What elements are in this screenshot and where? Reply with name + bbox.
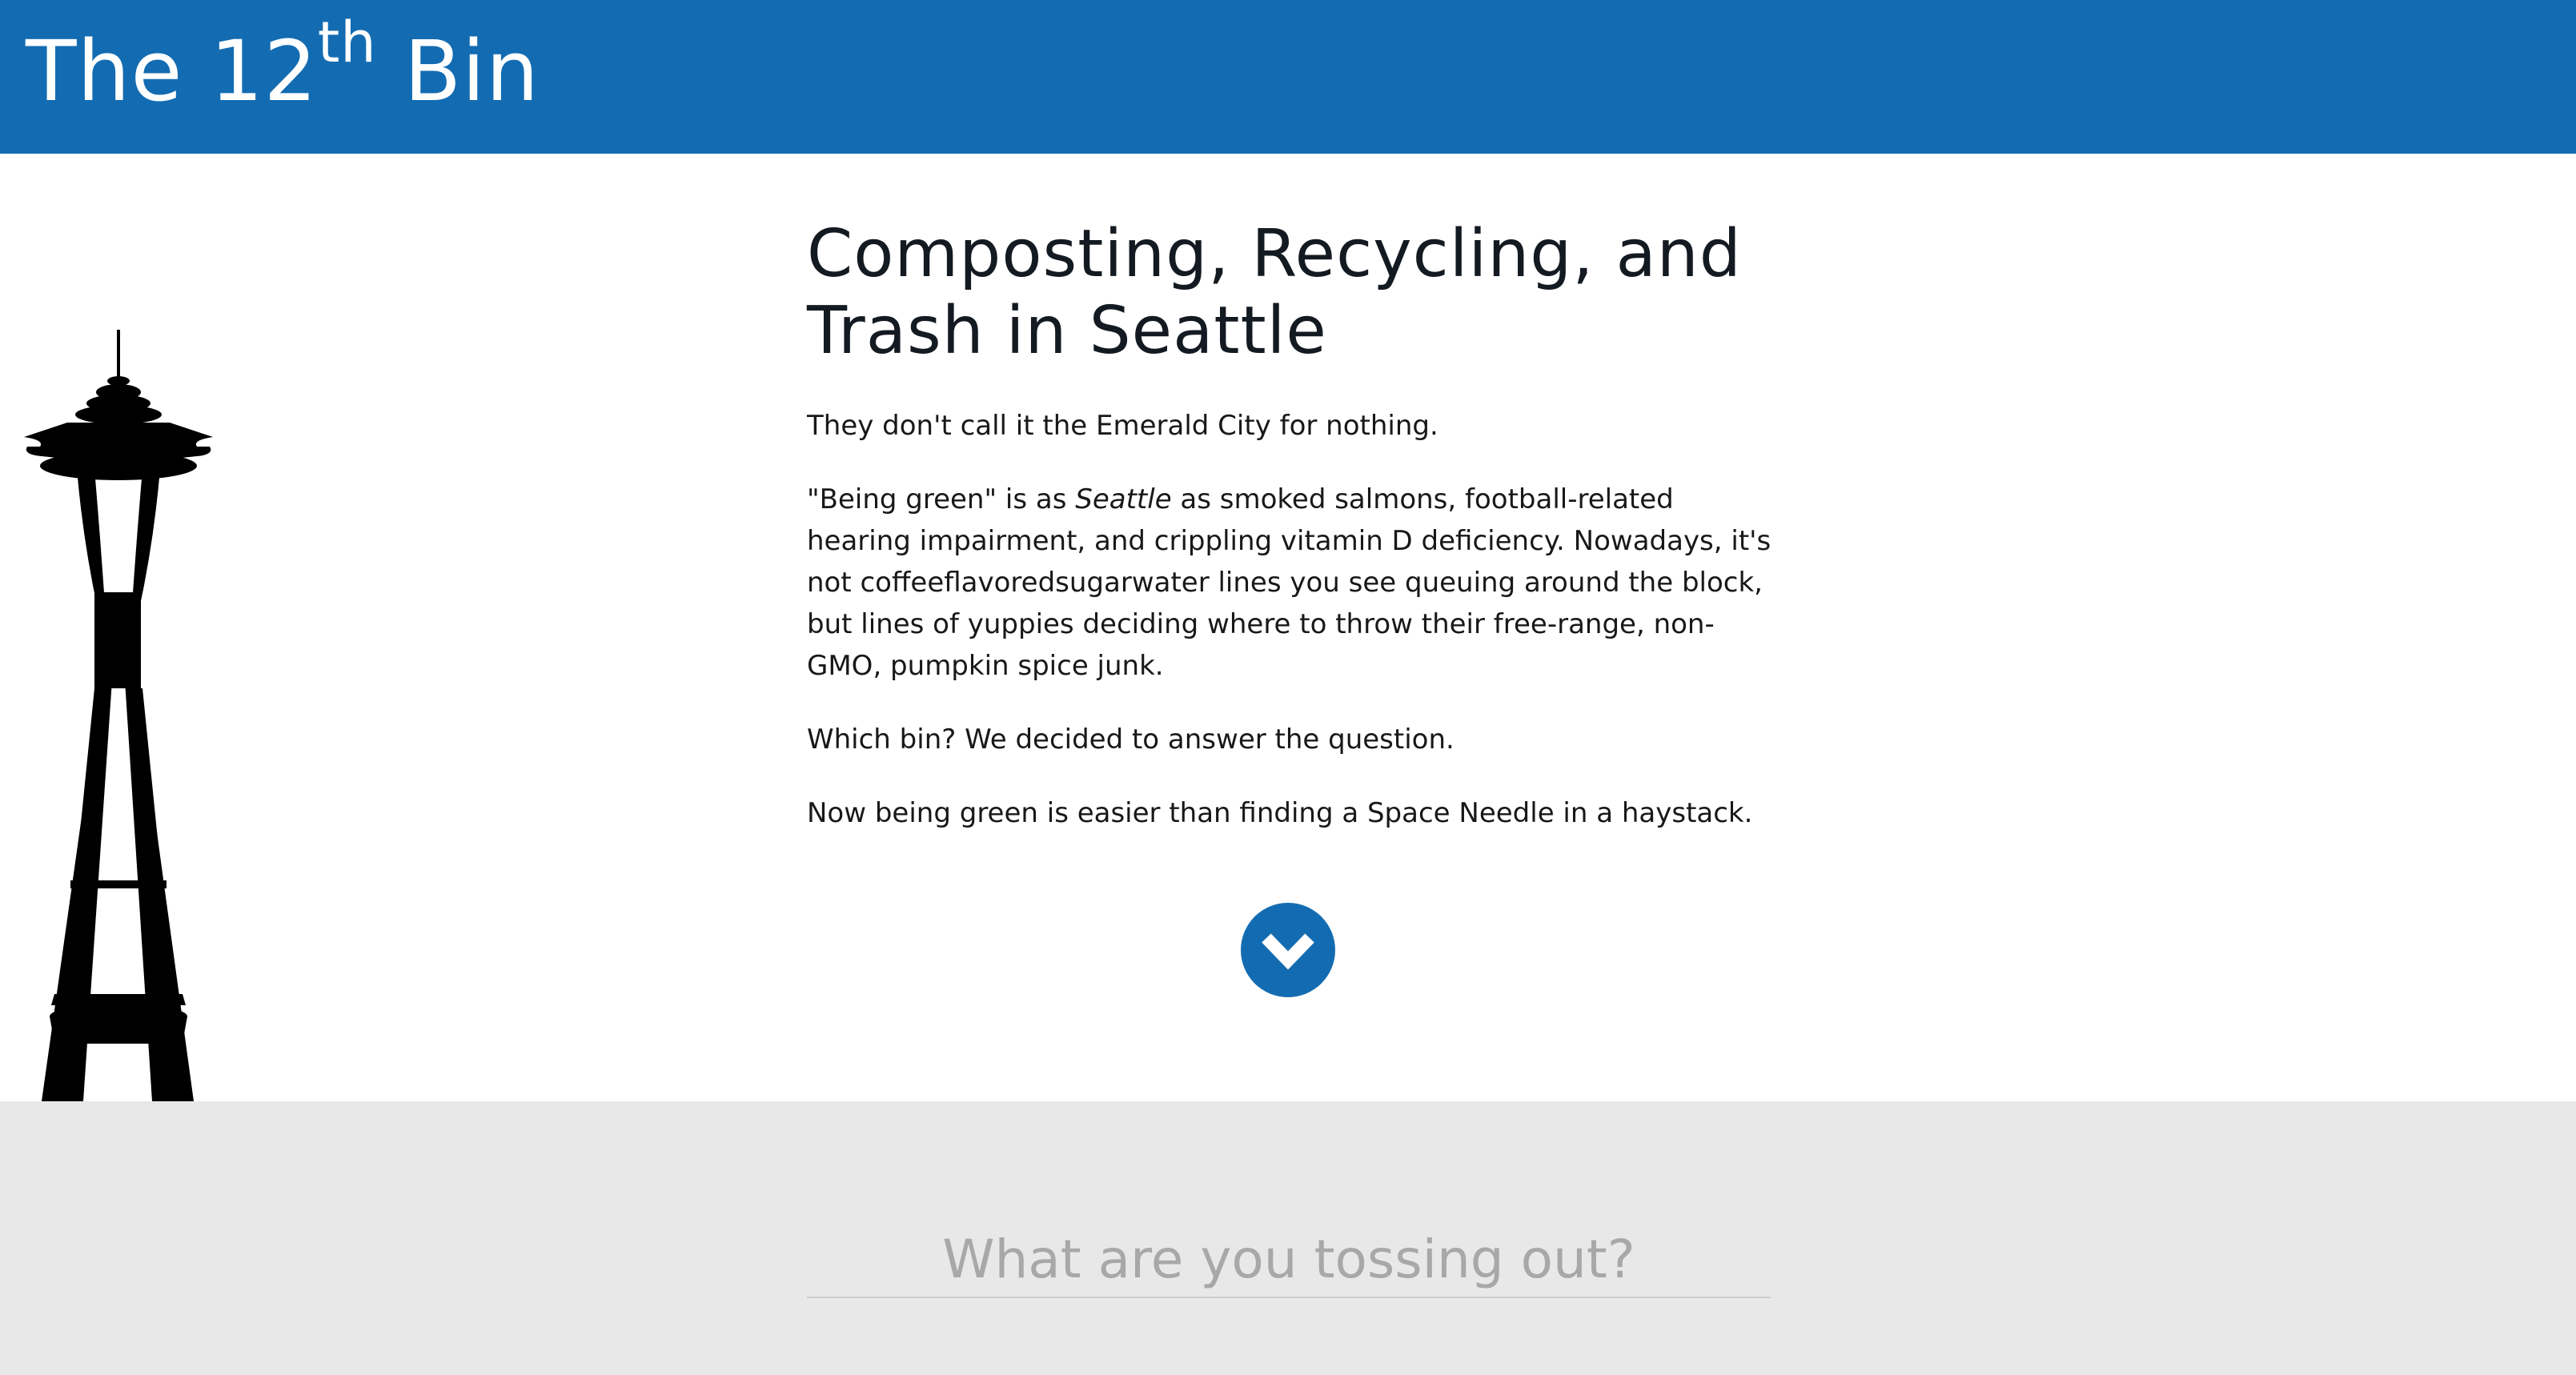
paragraph-2-text-start: "Being green" is as bbox=[807, 483, 1076, 515]
search-input[interactable] bbox=[807, 1221, 1771, 1298]
paragraph-2-emphasis: Seattle bbox=[1075, 483, 1172, 515]
brand-superscript: th bbox=[317, 10, 377, 75]
page-title: Composting, Recycling, and Trash in Seat… bbox=[807, 216, 1742, 369]
space-needle-icon bbox=[24, 330, 213, 1101]
chevron-down-icon bbox=[1262, 933, 1314, 970]
space-needle-illustration bbox=[0, 320, 240, 1101]
intro-paragraph-1: They don't call it the Emerald City for … bbox=[807, 410, 1438, 442]
scroll-down-button[interactable] bbox=[1241, 903, 1335, 997]
brand-suffix: Bin bbox=[376, 22, 540, 120]
site-header: The 12th Bin bbox=[0, 0, 2576, 154]
intro-paragraph-4: Now being green is easier than finding a… bbox=[807, 797, 1753, 829]
intro-paragraph-3: Which bin? We decided to answer the ques… bbox=[807, 724, 1455, 756]
intro-content: Composting, Recycling, and Trash in Seat… bbox=[807, 216, 1784, 866]
intro-paragraph-2: "Being green" is as Seattle as smoked sa… bbox=[807, 479, 1784, 687]
site-brand[interactable]: The 12th Bin bbox=[26, 14, 540, 120]
brand-prefix: The 12 bbox=[26, 22, 318, 120]
search-section bbox=[0, 1101, 2576, 1375]
